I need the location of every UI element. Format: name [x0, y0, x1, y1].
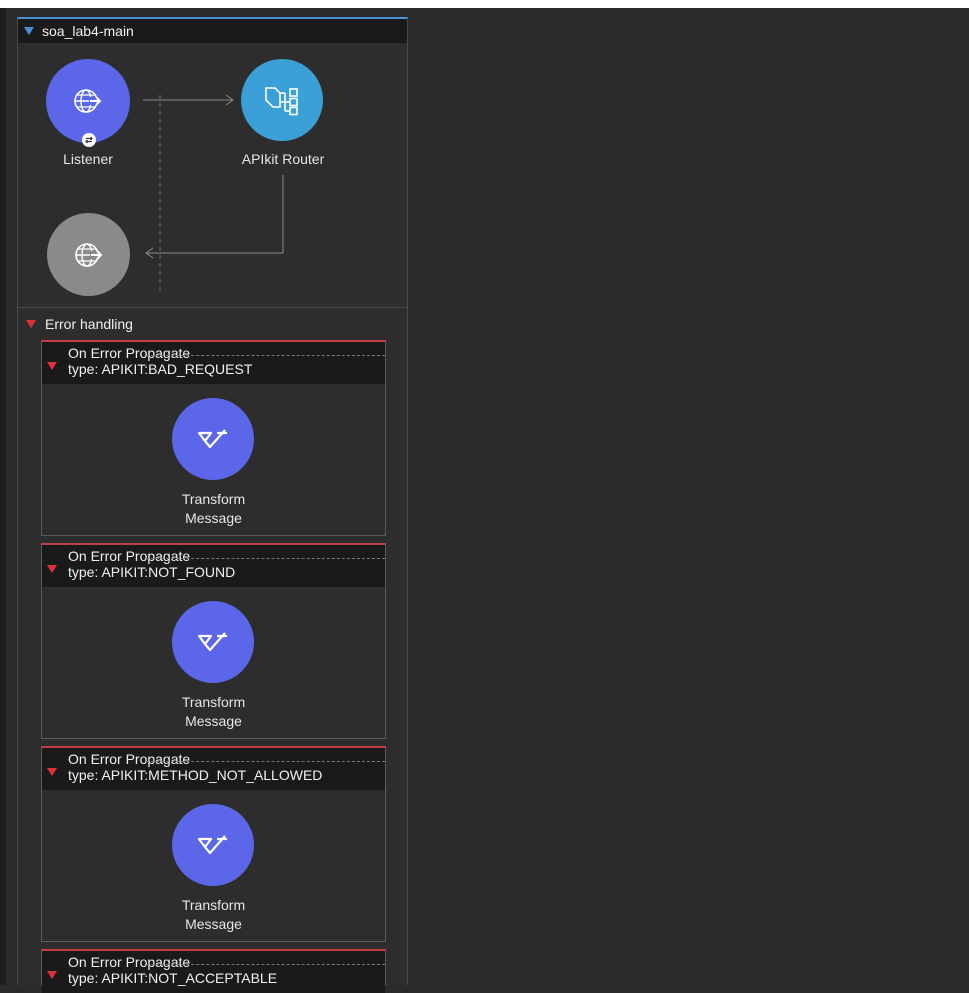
- listener-label: Listener: [63, 151, 113, 167]
- router-tree-icon: [265, 87, 298, 116]
- on-error-propagate-scope[interactable]: On Error Propagate type: APIKIT:NOT_FOUN…: [41, 543, 386, 739]
- scope-header[interactable]: On Error Propagate type: APIKIT:METHOD_N…: [42, 748, 385, 790]
- scope-title: On Error Propagate: [68, 751, 191, 767]
- transform-message-node[interactable]: [172, 398, 254, 480]
- scope-divider: [146, 355, 385, 356]
- top-strip: [0, 0, 969, 8]
- label-line: Message: [185, 713, 242, 729]
- error-handling-label: Error handling: [45, 316, 133, 332]
- scope-error-type: type: APIKIT:NOT_FOUND: [68, 564, 236, 580]
- scope-divider: [146, 964, 385, 965]
- transform-message-icon: [197, 632, 227, 652]
- apikit-router-label: APIkit Router: [241, 151, 325, 167]
- transform-message-node[interactable]: [172, 601, 254, 683]
- scope-title: On Error Propagate: [68, 548, 191, 564]
- collapse-triangle-icon[interactable]: [26, 320, 36, 328]
- on-error-propagate-scope[interactable]: On Error Propagate type: APIKIT:NOT_ACCE…: [41, 949, 386, 993]
- flow-name: soa_lab4-main: [42, 23, 134, 39]
- listener-node[interactable]: [46, 59, 130, 143]
- error-handling-header[interactable]: Error handling: [26, 316, 133, 332]
- source-badge-icon: [82, 133, 96, 147]
- on-error-propagate-scope[interactable]: On Error Propagate type: APIKIT:METHOD_N…: [41, 746, 386, 942]
- collapse-triangle-icon[interactable]: [47, 362, 57, 370]
- scope-header[interactable]: On Error Propagate type: APIKIT:NOT_ACCE…: [42, 951, 385, 993]
- on-error-propagate-scope[interactable]: On Error Propagate type: APIKIT:BAD_REQU…: [41, 340, 386, 536]
- label-line: Message: [185, 916, 242, 932]
- scope-header[interactable]: On Error Propagate type: APIKIT:BAD_REQU…: [42, 342, 385, 384]
- flow-header[interactable]: soa_lab4-main: [18, 19, 407, 43]
- collapse-triangle-icon[interactable]: [24, 27, 34, 35]
- transform-message-label: Transform Message: [42, 896, 385, 934]
- collapse-triangle-icon[interactable]: [47, 768, 57, 776]
- label-line: Transform: [181, 491, 246, 507]
- label-line: Message: [185, 510, 242, 526]
- globe-arrow-icon: [74, 242, 104, 267]
- flow-container[interactable]: soa_lab4-main Listener APIkit Router: [17, 17, 408, 308]
- transform-message-label: Transform Message: [42, 693, 385, 731]
- transform-message-label: Transform Message: [42, 490, 385, 528]
- scope-header[interactable]: On Error Propagate type: APIKIT:NOT_FOUN…: [42, 545, 385, 587]
- left-edge: [0, 8, 6, 985]
- transform-message-icon: [197, 835, 227, 855]
- scope-divider: [146, 761, 385, 762]
- collapse-triangle-icon[interactable]: [47, 565, 57, 573]
- response-node[interactable]: [47, 213, 130, 296]
- collapse-triangle-icon[interactable]: [47, 971, 57, 979]
- scope-divider: [146, 558, 385, 559]
- scope-title: On Error Propagate: [68, 954, 191, 970]
- transform-message-icon: [197, 429, 227, 449]
- label-line: Transform: [181, 694, 246, 710]
- apikit-router-node[interactable]: [241, 59, 323, 141]
- scope-error-type: type: APIKIT:NOT_ACCEPTABLE: [68, 970, 278, 986]
- globe-arrow-icon: [74, 89, 103, 113]
- transform-message-node[interactable]: [172, 804, 254, 886]
- scope-title: On Error Propagate: [68, 345, 191, 361]
- scope-error-type: type: APIKIT:METHOD_NOT_ALLOWED: [68, 767, 323, 783]
- scope-error-type: type: APIKIT:BAD_REQUEST: [68, 361, 253, 377]
- error-handling-section[interactable]: Error handling On Error Propagate type: …: [17, 308, 408, 993]
- label-line: Transform: [181, 897, 246, 913]
